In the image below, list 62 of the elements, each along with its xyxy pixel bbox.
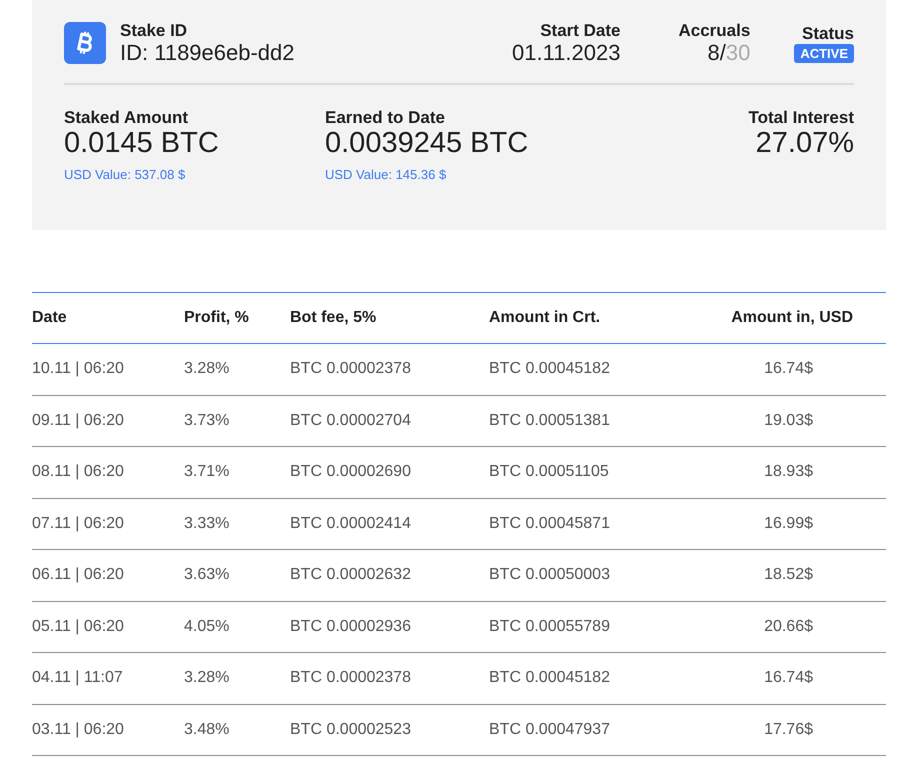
stake-id-label: Stake ID	[120, 21, 188, 41]
table-cell: 05.11 | 06:20	[32, 601, 184, 652]
table-cell: BTC 0.00045871	[489, 498, 689, 550]
summary-label: Total Interest	[748, 109, 854, 127]
table-cell: 3.48%	[184, 704, 290, 756]
table-cell: 09.11 | 06:20	[32, 395, 184, 446]
table-cell: 3.33%	[184, 498, 290, 550]
table-cell: BTC 0.00002632	[290, 550, 489, 601]
table-cell: 3.71%	[184, 446, 290, 498]
table-cell: BTC 0.00002704	[290, 395, 489, 446]
column-header: Amount in, USD	[689, 292, 886, 344]
table-cell: BTC 0.00002414	[290, 498, 489, 550]
usd-value: USD Value: 537.08 $	[64, 166, 186, 184]
table-cell: 06.11 | 06:20	[32, 550, 184, 601]
table-cell: 16.99$	[689, 498, 886, 550]
status-badge: ACTIVE	[794, 44, 854, 63]
table-cell: 16.74$	[689, 344, 886, 395]
table-cell: BTC 0.00047937	[489, 704, 689, 756]
accruals-count: 8/30	[707, 41, 750, 65]
table-cell: BTC 0.00002523	[290, 704, 489, 756]
summary-label: Earned to Date	[325, 109, 446, 127]
summary-value: 0.0145 BTC	[64, 127, 220, 159]
table-cell: BTC 0.00002690	[290, 446, 489, 498]
summary-label: Staked Amount	[64, 109, 190, 127]
column-header: Bot fee, 5%	[290, 292, 489, 344]
table-cell: BTC 0.00051105	[489, 446, 689, 498]
summary-value: 0.0039245 BTC	[325, 127, 530, 159]
table-cell: 19.03$	[689, 395, 886, 446]
stake-id: ID: 1189e6eb-dd2	[120, 41, 295, 65]
accruals-label: Accruals	[678, 21, 750, 41]
table-cell: BTC 0.00002378	[290, 652, 489, 704]
table-cell: 3.73%	[184, 395, 290, 446]
status-label: Status	[802, 24, 854, 44]
table-cell: 20.66$	[689, 601, 886, 652]
table-cell: BTC 0.00045182	[489, 344, 689, 395]
table-cell: 10.11 | 06:20	[32, 344, 184, 395]
table-cell: 07.11 | 06:20	[32, 498, 184, 550]
table-cell: 18.52$	[689, 550, 886, 601]
table-cell: 3.28%	[184, 344, 290, 395]
table-cell: BTC 0.00002378	[290, 344, 489, 395]
bitcoin-icon	[64, 22, 106, 64]
start-date-label: Start Date	[540, 21, 620, 41]
start-date: 01.11.2023	[512, 41, 620, 65]
table-cell: 08.11 | 06:20	[32, 446, 184, 498]
table-cell: 3.63%	[184, 550, 290, 601]
column-header: Profit, %	[184, 292, 290, 344]
table-cell: BTC 0.00002936	[290, 601, 489, 652]
table-cell: BTC 0.00050003	[489, 550, 689, 601]
table-cell: BTC 0.00055789	[489, 601, 689, 652]
table-cell: 16.74$	[689, 652, 886, 704]
table-cell: 04.11 | 11:07	[32, 652, 184, 704]
summary-value: 27.07%	[756, 127, 854, 159]
table-cell: 18.93$	[689, 446, 886, 498]
table-cell: BTC 0.00045182	[489, 652, 689, 704]
column-header: Date	[32, 292, 184, 344]
table-cell: 4.05%	[184, 601, 290, 652]
table-cell: 17.76$	[689, 704, 886, 756]
table-cell: 03.11 | 06:20	[32, 704, 184, 756]
column-header: Amount in Crt.	[489, 292, 689, 344]
usd-value: USD Value: 145.36 $	[325, 166, 448, 184]
table-cell: BTC 0.00051381	[489, 395, 689, 446]
table-cell: 3.28%	[184, 652, 290, 704]
